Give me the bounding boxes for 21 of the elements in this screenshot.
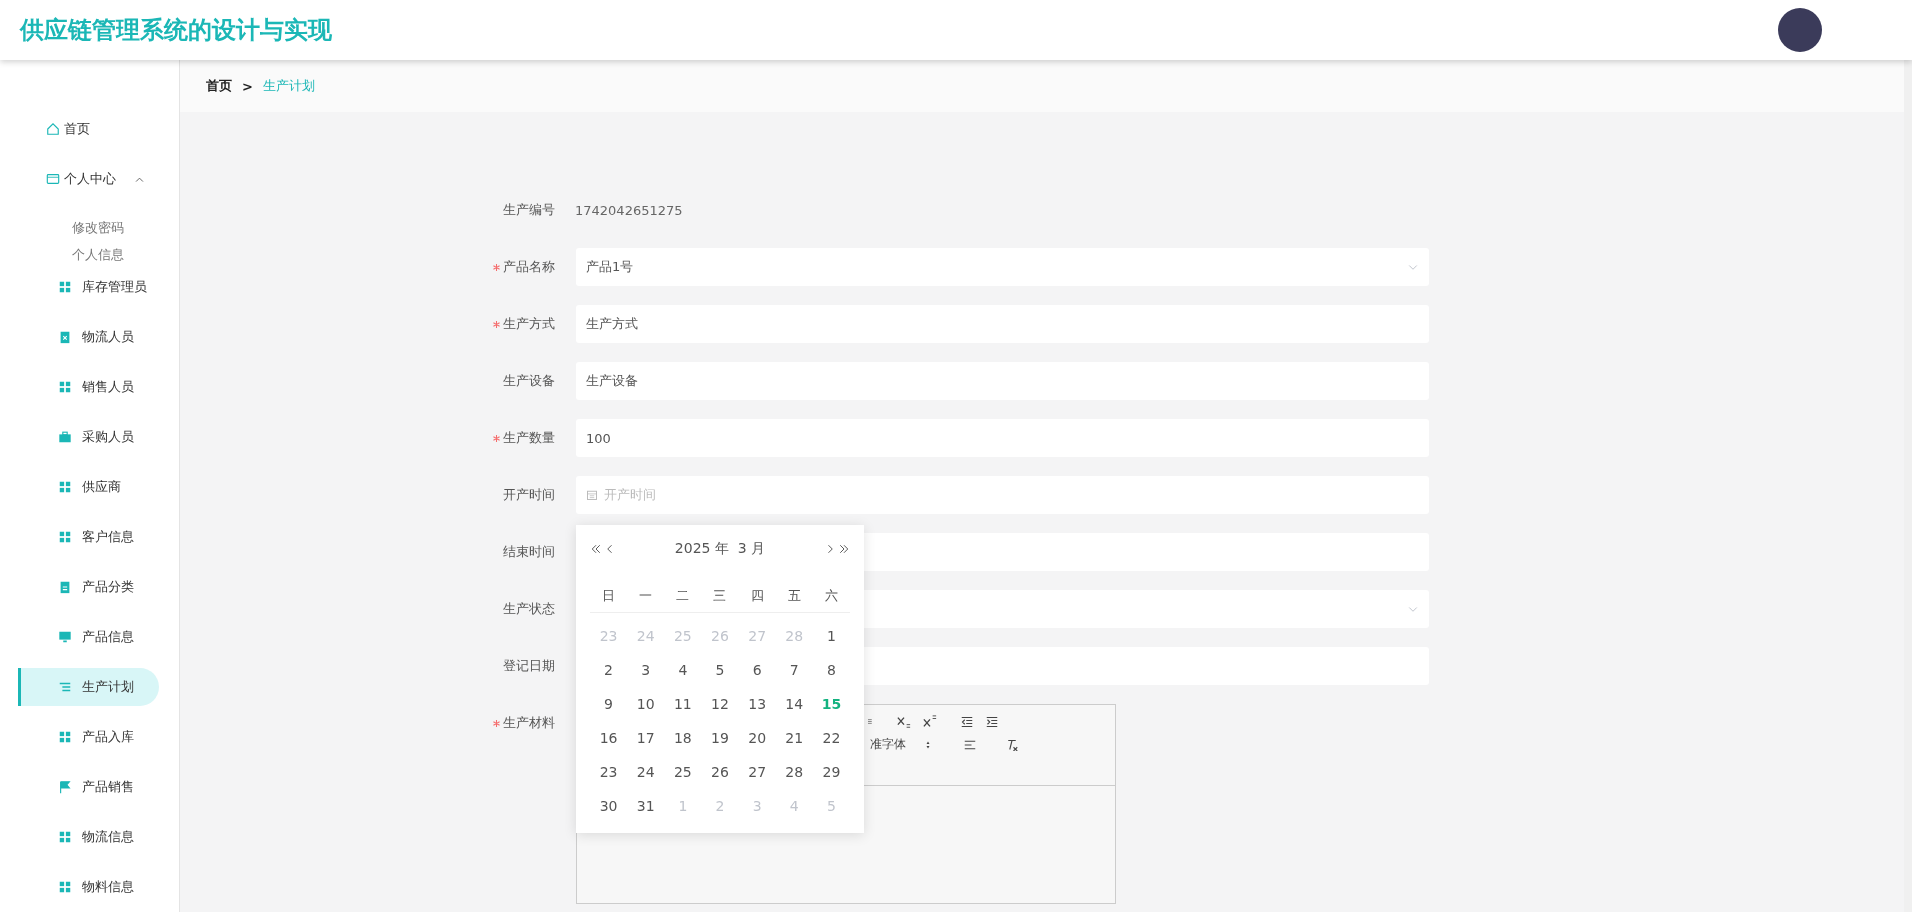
field-label: 生产设备 — [503, 372, 555, 390]
app-title: 供应链管理系统的设计与实现 — [20, 15, 332, 46]
field-label: 生产方式 — [503, 315, 555, 333]
weekday-label: 三 — [701, 580, 739, 613]
field-label: 生产材料 — [503, 714, 555, 732]
field-value: 1742042651275 — [574, 201, 683, 220]
calendar-title: 2025 年 3 月 — [674, 540, 766, 558]
weekday-label: 四 — [738, 580, 776, 613]
weekday-label: 六 — [812, 580, 850, 613]
field-label: 登记日期 — [503, 657, 555, 675]
breadcrumb-separator: > — [242, 78, 253, 94]
weekday-label: 二 — [664, 580, 702, 613]
weekday-label: 日 — [590, 580, 628, 613]
field-label: 产品名称 — [503, 258, 555, 276]
field-label: 生产状态 — [503, 600, 555, 618]
field-label: 生产数量 — [503, 429, 555, 447]
field-label: 开产时间 — [503, 486, 555, 504]
field-label: 结束时间 — [503, 543, 555, 561]
weekday-label: 一 — [627, 580, 665, 613]
field-label: 生产编号 — [503, 201, 555, 219]
weekday-label: 五 — [775, 580, 813, 613]
